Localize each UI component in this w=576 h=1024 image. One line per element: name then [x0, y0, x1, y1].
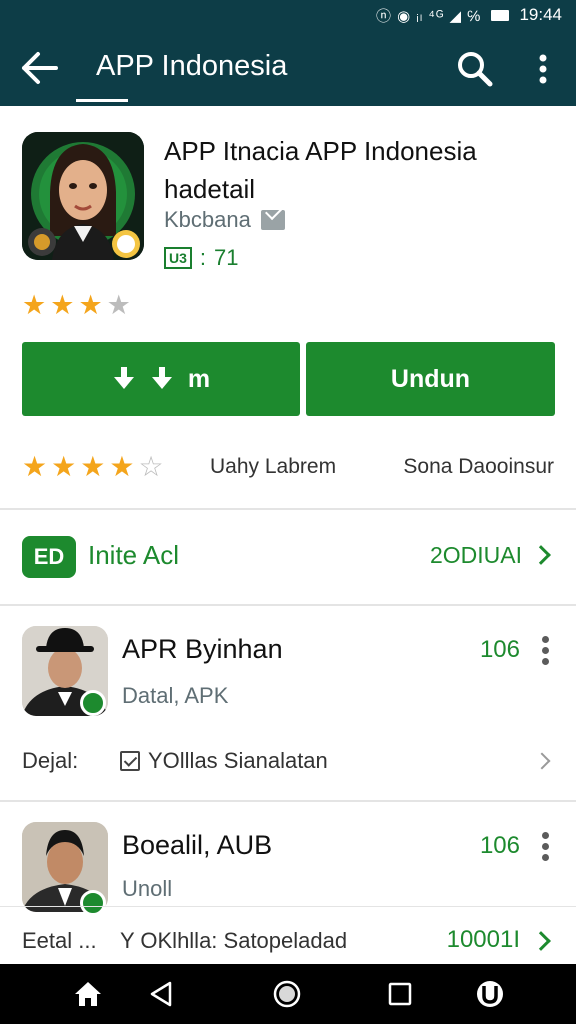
- download-icon: [150, 365, 174, 393]
- divider: [0, 604, 576, 606]
- back-triangle-icon[interactable]: [146, 978, 178, 1010]
- divider: [0, 906, 576, 907]
- developer-name: Kbcbana: [164, 207, 251, 232]
- invite-icon: ED: [22, 536, 76, 578]
- list-item-subtitle: Unoll: [122, 876, 173, 901]
- chevron-right-icon[interactable]: [531, 545, 551, 565]
- title-underline: [76, 99, 128, 102]
- list-item-title[interactable]: APR Byinhan: [122, 634, 283, 665]
- detail-text-value: YOlllas Sianalatan: [148, 748, 328, 773]
- invite-label[interactable]: Inite Acl: [88, 540, 179, 571]
- chevron-right-icon[interactable]: [531, 931, 551, 951]
- star-icon: ★: [109, 451, 135, 482]
- checkbox-icon: [120, 751, 140, 771]
- divider: [0, 800, 576, 802]
- detail-text: YOlllas Sianalatan: [120, 748, 328, 774]
- status-time: 19:44: [519, 5, 562, 24]
- rating-stars[interactable]: ★ ★ ★ ★ ☆: [22, 450, 164, 483]
- assistant-icon[interactable]: [474, 978, 506, 1010]
- status-icons: ⓝ ◉ ᵢₗ ⁴ᴳ ◢ ℅: [375, 7, 482, 25]
- star-icon: ★: [22, 451, 48, 482]
- system-navigation-bar: [0, 964, 576, 1024]
- home-icon[interactable]: [72, 978, 104, 1010]
- item-menu-icon[interactable]: [542, 636, 549, 669]
- download-button[interactable]: m: [22, 342, 300, 416]
- status-bar: ⓝ ◉ ᵢₗ ⁴ᴳ ◢ ℅ 19:44: [0, 0, 576, 30]
- mail-icon: [260, 210, 285, 230]
- star-icon: ★: [80, 451, 106, 482]
- detail-value: 10001I: [446, 926, 520, 953]
- chevron-right-icon[interactable]: [533, 752, 551, 770]
- list-item-title[interactable]: Boealil, AUB: [122, 830, 272, 861]
- app-title: APP Itnacia APP Indonesia hadetail: [164, 136, 477, 204]
- download-button-label: m: [187, 364, 211, 393]
- detail-label: Dejal:: [22, 748, 79, 773]
- verified-badge-icon: [80, 890, 106, 916]
- meta-separator: :: [199, 245, 207, 270]
- install-button-label: Undun: [390, 364, 471, 393]
- invite-value: 2ODIUAI: [429, 542, 522, 568]
- content-rating-badge: U3: [164, 247, 192, 269]
- divider: [0, 508, 576, 510]
- detail-label: Eetal ...: [22, 928, 97, 953]
- app-icon: [22, 132, 144, 260]
- meta-value: 71: [214, 245, 239, 270]
- more-vert-icon[interactable]: [530, 50, 556, 88]
- app-rating-stars: ★ ★ ★ ★: [22, 290, 131, 321]
- item-menu-icon[interactable]: [542, 832, 549, 865]
- list-item-count: 106: [479, 832, 520, 859]
- rating-label-right: Sona Daooinsur: [403, 455, 554, 478]
- search-icon[interactable]: [456, 50, 494, 88]
- star-icon: ★: [78, 290, 103, 320]
- screen: ⓝ ◉ ᵢₗ ⁴ᴳ ◢ ℅ 19:44 APP Indonesia APP It…: [0, 0, 576, 1024]
- star-icon: ★: [50, 290, 75, 320]
- star-empty-icon: ★: [106, 290, 131, 320]
- star-icon: ★: [22, 290, 47, 320]
- star-icon: ★: [51, 451, 77, 482]
- app-meta: U3 : 71: [164, 245, 239, 271]
- detail-text-value: Y OKlhlla: Satopeladad: [120, 928, 348, 953]
- download-icon: [112, 365, 136, 393]
- battery-icon: [491, 9, 510, 21]
- verified-badge-icon: [80, 690, 106, 716]
- recents-icon[interactable]: [384, 978, 416, 1010]
- app-icon-image: [22, 132, 144, 260]
- app-developer[interactable]: Kbcbana: [164, 207, 285, 233]
- install-button[interactable]: Undun: [306, 342, 555, 416]
- list-item-subtitle: Datal, APK: [122, 683, 229, 708]
- detail-text: Y OKlhlla: Satopeladad: [120, 928, 347, 954]
- back-arrow-icon[interactable]: [20, 50, 60, 86]
- list-item-count: 106: [479, 636, 520, 663]
- page-title: APP Indonesia: [96, 50, 288, 82]
- toolbar: APP Indonesia: [0, 30, 576, 106]
- star-empty-icon: ☆: [138, 451, 164, 482]
- home-circle-icon[interactable]: [271, 978, 303, 1010]
- rating-label-left: Uahy Labrem: [210, 455, 337, 478]
